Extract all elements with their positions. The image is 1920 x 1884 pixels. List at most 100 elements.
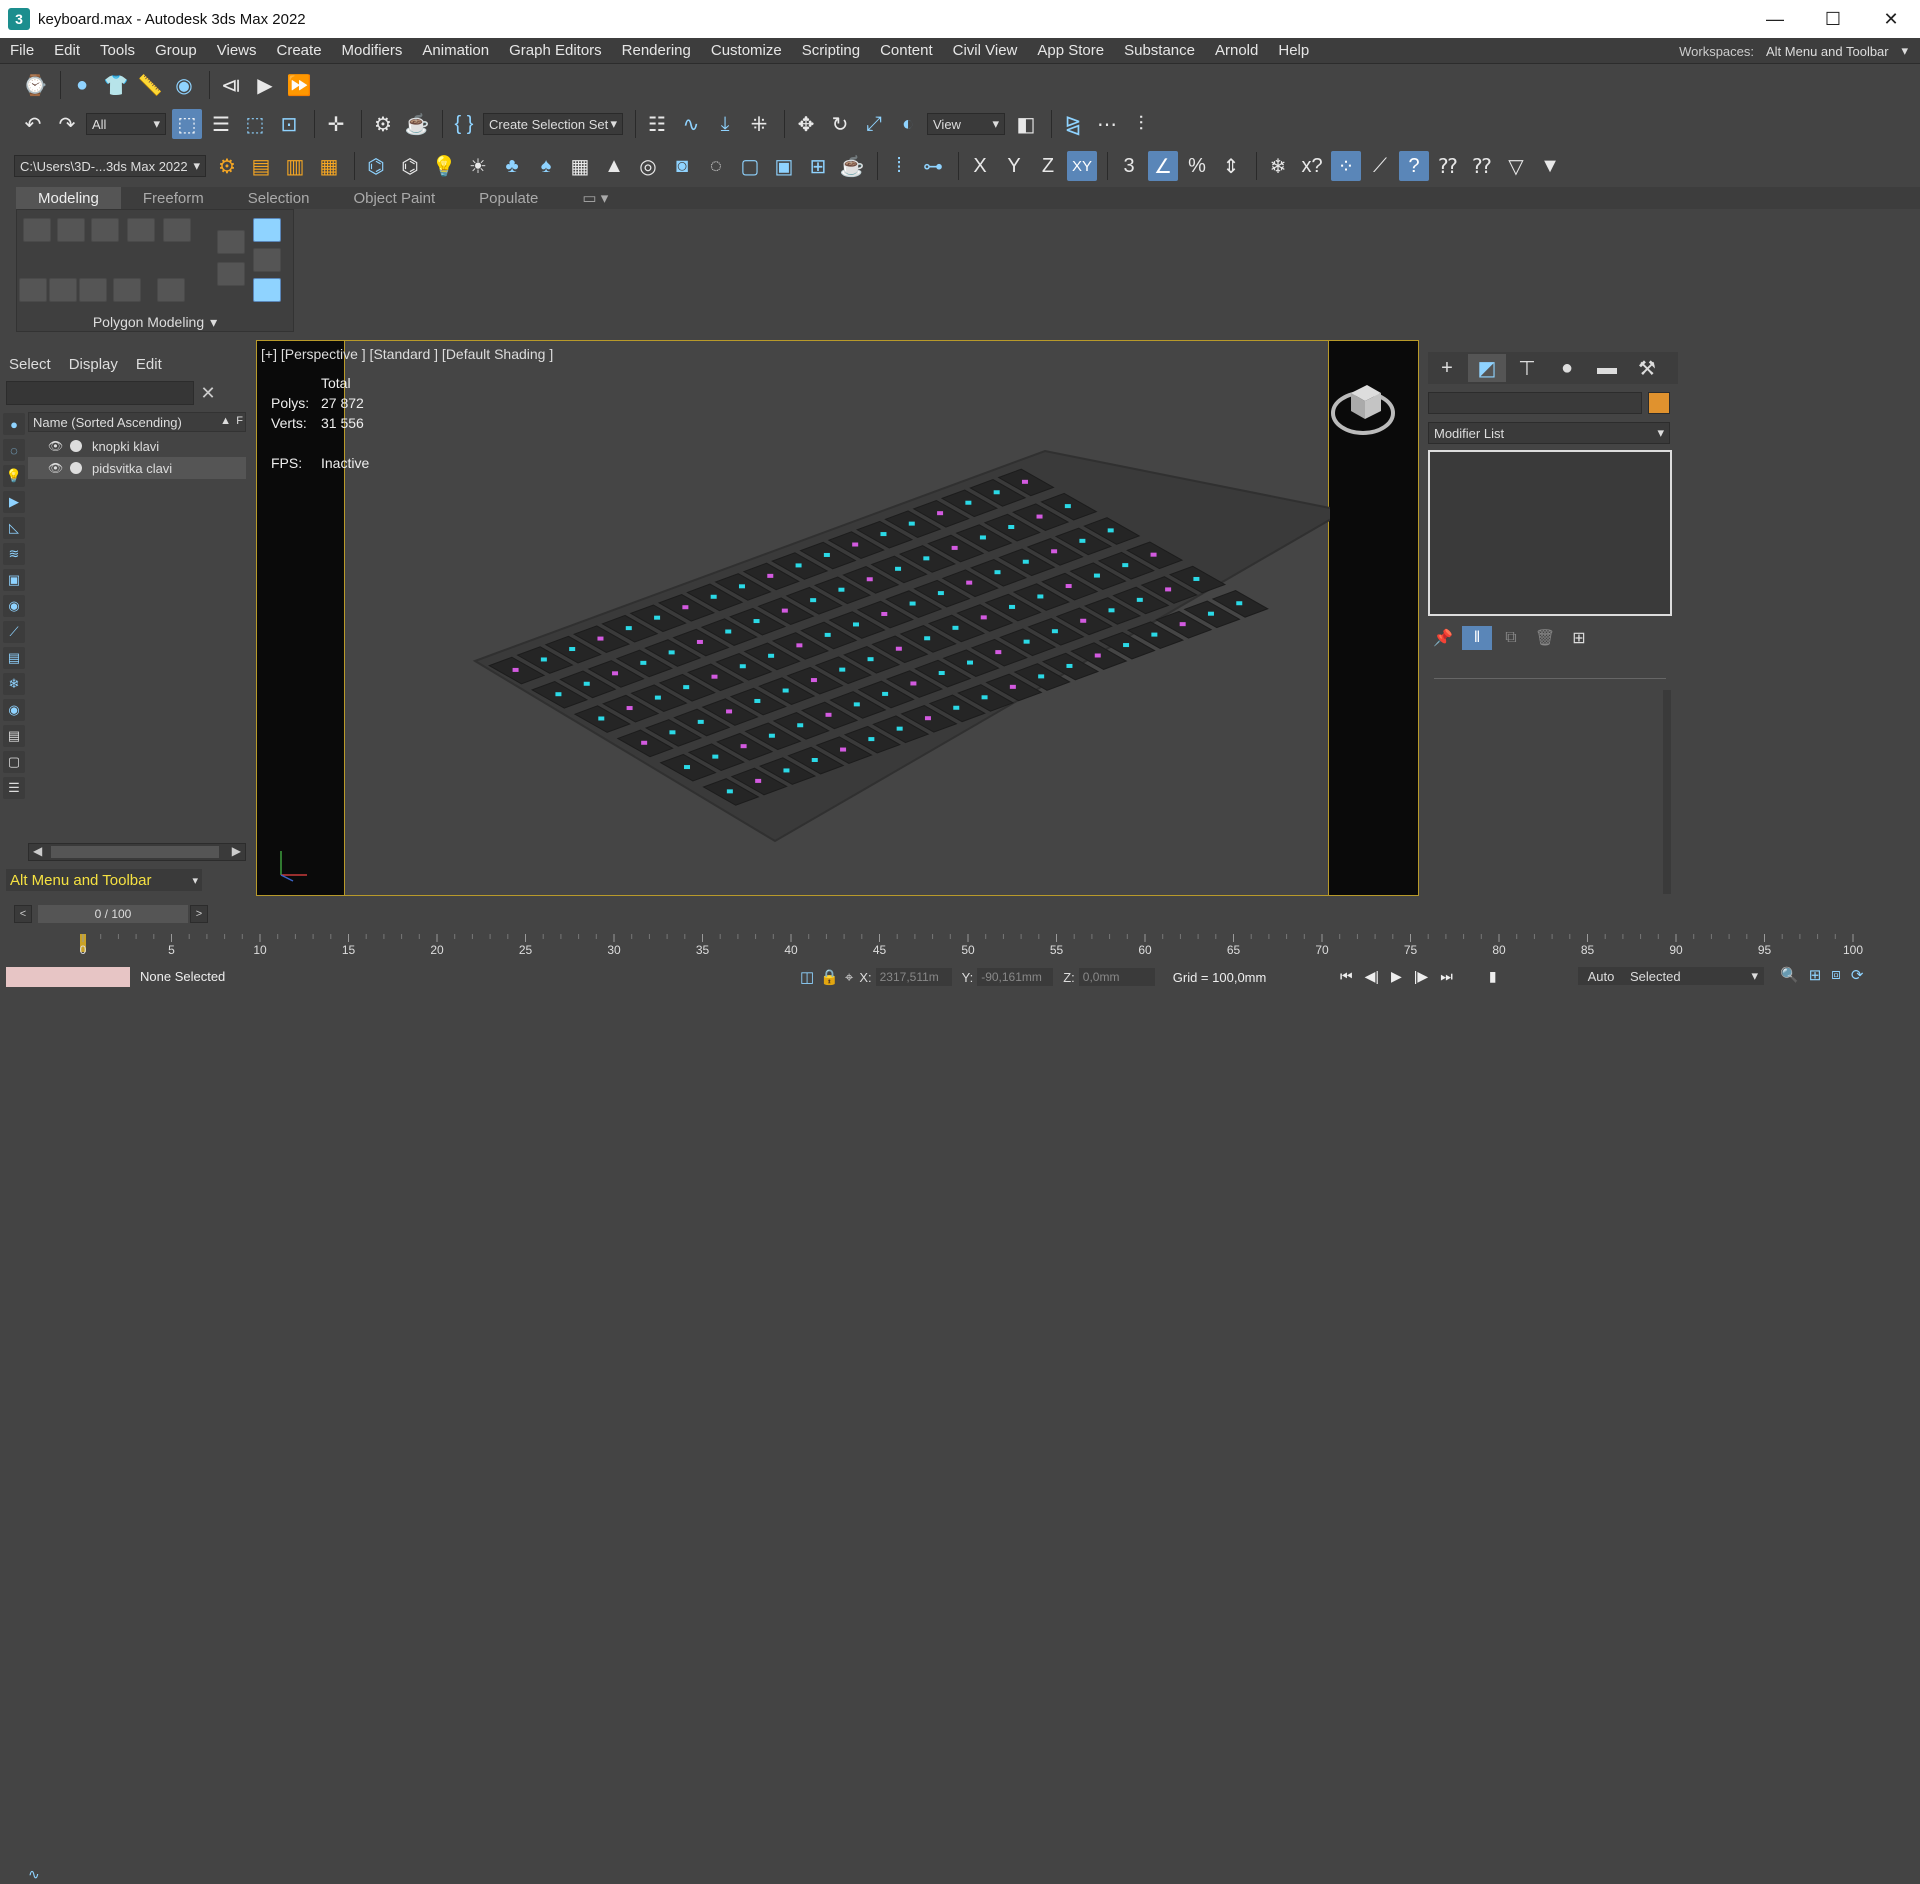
element-icon[interactable]	[163, 218, 191, 242]
vertex-icon[interactable]	[23, 218, 51, 242]
snap-face-icon[interactable]: ⁇	[1467, 151, 1497, 181]
populate-icon[interactable]: ●	[67, 70, 97, 100]
viewport-label[interactable]: [+] [Perspective ] [Standard ] [Default …	[261, 346, 553, 362]
preserve-uvs-icon[interactable]	[113, 278, 141, 302]
dope-sheet-icon[interactable]: ⤓	[710, 109, 740, 139]
bulb-icon[interactable]: ◌	[701, 151, 731, 181]
axis-z-button[interactable]: Z	[1033, 151, 1063, 181]
show-end-result-icon[interactable]: ‖	[1462, 626, 1492, 650]
container-filter-icon[interactable]: ▤	[3, 647, 25, 669]
previous-modifier-icon[interactable]	[49, 278, 77, 302]
coord-x-field[interactable]: 2317,511m	[875, 968, 952, 986]
grid-snap-icon[interactable]: ⁘	[1331, 151, 1361, 181]
play-icon[interactable]: ▶	[1391, 968, 1402, 985]
show-cage-icon[interactable]	[253, 278, 281, 302]
measure-icon[interactable]: 📏	[135, 70, 165, 100]
key-filter-dropdown[interactable]: Selected ▾	[1624, 967, 1764, 985]
mirror-icon[interactable]: ⧎	[1058, 109, 1088, 139]
curve-editor-icon[interactable]: ∿	[676, 109, 706, 139]
scene-row-knopki-klavi[interactable]: 👁 knopki klavi	[28, 435, 246, 457]
visibility-eye-icon[interactable]: 👁	[48, 461, 66, 475]
hidden-filter-icon[interactable]: ◉	[3, 699, 25, 721]
sphere-icon[interactable]: ◙	[667, 151, 697, 181]
torus-icon[interactable]: ◎	[633, 151, 663, 181]
camera-icon[interactable]: ⌬	[361, 151, 391, 181]
scroll-thumb[interactable]	[51, 846, 219, 858]
menu-graph-editors[interactable]: Graph Editors	[499, 42, 612, 59]
group-filter-icon[interactable]: ▣	[3, 569, 25, 591]
snap-edge-icon[interactable]: ⁇	[1433, 151, 1463, 181]
menu-animation[interactable]: Animation	[412, 42, 499, 59]
scene-search-input[interactable]	[6, 381, 194, 405]
menu-customize[interactable]: Customize	[701, 42, 792, 59]
modify-tab-icon[interactable]: ◩	[1468, 354, 1506, 382]
project-folder-icon[interactable]: ⚙	[212, 151, 242, 181]
tab-freeform[interactable]: Freeform	[121, 187, 226, 209]
zoom-extents-icon[interactable]: ⧈	[1831, 966, 1841, 984]
viewcube[interactable]	[1327, 371, 1399, 443]
lock-icon[interactable]: 🔒	[820, 968, 839, 986]
save-file-icon[interactable]: ▥	[280, 151, 310, 181]
pivot-center-icon[interactable]: ◧	[1011, 109, 1041, 139]
open-file-icon[interactable]: ▤	[246, 151, 276, 181]
scene-tab-select[interactable]: Select	[0, 356, 60, 373]
pin-stack-icon[interactable]: 📌	[1428, 626, 1458, 650]
select-by-name-icon[interactable]: ☰	[206, 109, 236, 139]
tab-object-paint[interactable]: Object Paint	[331, 187, 457, 209]
menu-group[interactable]: Group	[145, 42, 207, 59]
select-object-icon[interactable]: ⬚	[172, 109, 202, 139]
layer-explorer-icon[interactable]: ☷	[642, 109, 672, 139]
visibility-eye-icon[interactable]: 👁	[48, 439, 66, 453]
render-production-icon[interactable]: ⏩	[284, 70, 314, 100]
geometry-filter-icon[interactable]: ●	[3, 413, 25, 435]
menu-scripting[interactable]: Scripting	[792, 42, 870, 59]
sort-list-icon[interactable]: ☰	[3, 777, 25, 799]
scale-icon[interactable]: ⤢	[859, 109, 889, 139]
paint-icon[interactable]: ◉	[169, 70, 199, 100]
selection-filter-dropdown[interactable]: All ▾	[86, 113, 166, 135]
modifier-list-dropdown[interactable]: Modifier List ▾	[1428, 422, 1670, 444]
object-color-swatch[interactable]	[1648, 392, 1670, 414]
light-icon[interactable]: 💡	[429, 151, 459, 181]
select-move-icon[interactable]: ✛	[321, 109, 351, 139]
use-nurms-icon[interactable]	[253, 218, 281, 242]
place-icon[interactable]: ◐	[893, 109, 923, 139]
ribbon-options-icon[interactable]: ▭ ▾	[560, 187, 630, 209]
workspace-dropdown[interactable]: Alt Menu and Toolbar ▾	[1762, 41, 1912, 61]
orbit-icon[interactable]: ⟳	[1851, 966, 1864, 984]
dotted-grid-icon[interactable]: ⁞	[884, 151, 914, 181]
snaps-toggle-icon[interactable]: 3	[1114, 151, 1144, 181]
maxscript-listener[interactable]	[6, 967, 130, 987]
collapse-stack-icon[interactable]	[157, 278, 185, 302]
tshirt-icon[interactable]: 👕	[101, 70, 131, 100]
align-icon[interactable]: ⫶	[1126, 109, 1156, 139]
go-to-end-icon[interactable]: ⏭	[1440, 968, 1453, 985]
frozen-filter-icon[interactable]: ❄	[3, 673, 25, 695]
project-path-dropdown[interactable]: C:\Users\3D-...3ds Max 2022 ▾	[14, 155, 206, 177]
tab-populate[interactable]: Populate	[457, 187, 560, 209]
link-icon[interactable]: ⚙	[368, 109, 398, 139]
sun-icon[interactable]: ☀	[463, 151, 493, 181]
helper-filter-icon[interactable]: ◺	[3, 517, 25, 539]
menu-rendering[interactable]: Rendering	[612, 42, 701, 59]
reference-coordinate-dropdown[interactable]: View ▾	[927, 113, 1005, 135]
zoom-icon[interactable]: 🔍	[1780, 966, 1799, 984]
previous-frame-icon[interactable]: ◀|	[1365, 968, 1379, 985]
menu-tools[interactable]: Tools	[90, 42, 145, 59]
next-frame-icon[interactable]: |▶	[1414, 968, 1428, 985]
physical-camera-icon[interactable]: ⌬	[395, 151, 425, 181]
clear-search-icon[interactable]: ✕	[198, 381, 218, 405]
pin-stack-icon[interactable]	[253, 248, 281, 272]
modify-mode-icon[interactable]	[19, 278, 47, 302]
tab-modeling[interactable]: Modeling	[16, 187, 121, 209]
menu-civil-view[interactable]: Civil View	[943, 42, 1028, 59]
coord-y-field[interactable]: -90,161mm	[977, 968, 1054, 986]
go-to-start-icon[interactable]: ⏮	[1340, 968, 1353, 985]
key-mode-icon[interactable]: ?	[1399, 151, 1429, 181]
perspective-viewport[interactable]: [+] [Perspective ] [Standard ] [Default …	[256, 340, 1419, 896]
polygon-modeling-label[interactable]: Polygon Modeling ▾	[16, 311, 294, 333]
isolate-selection-icon[interactable]: ◫	[800, 968, 814, 986]
time-next-icon[interactable]: >	[190, 905, 208, 923]
light-filter-icon[interactable]: 💡	[3, 465, 25, 487]
motion-tab-icon[interactable]: ●	[1548, 354, 1586, 382]
